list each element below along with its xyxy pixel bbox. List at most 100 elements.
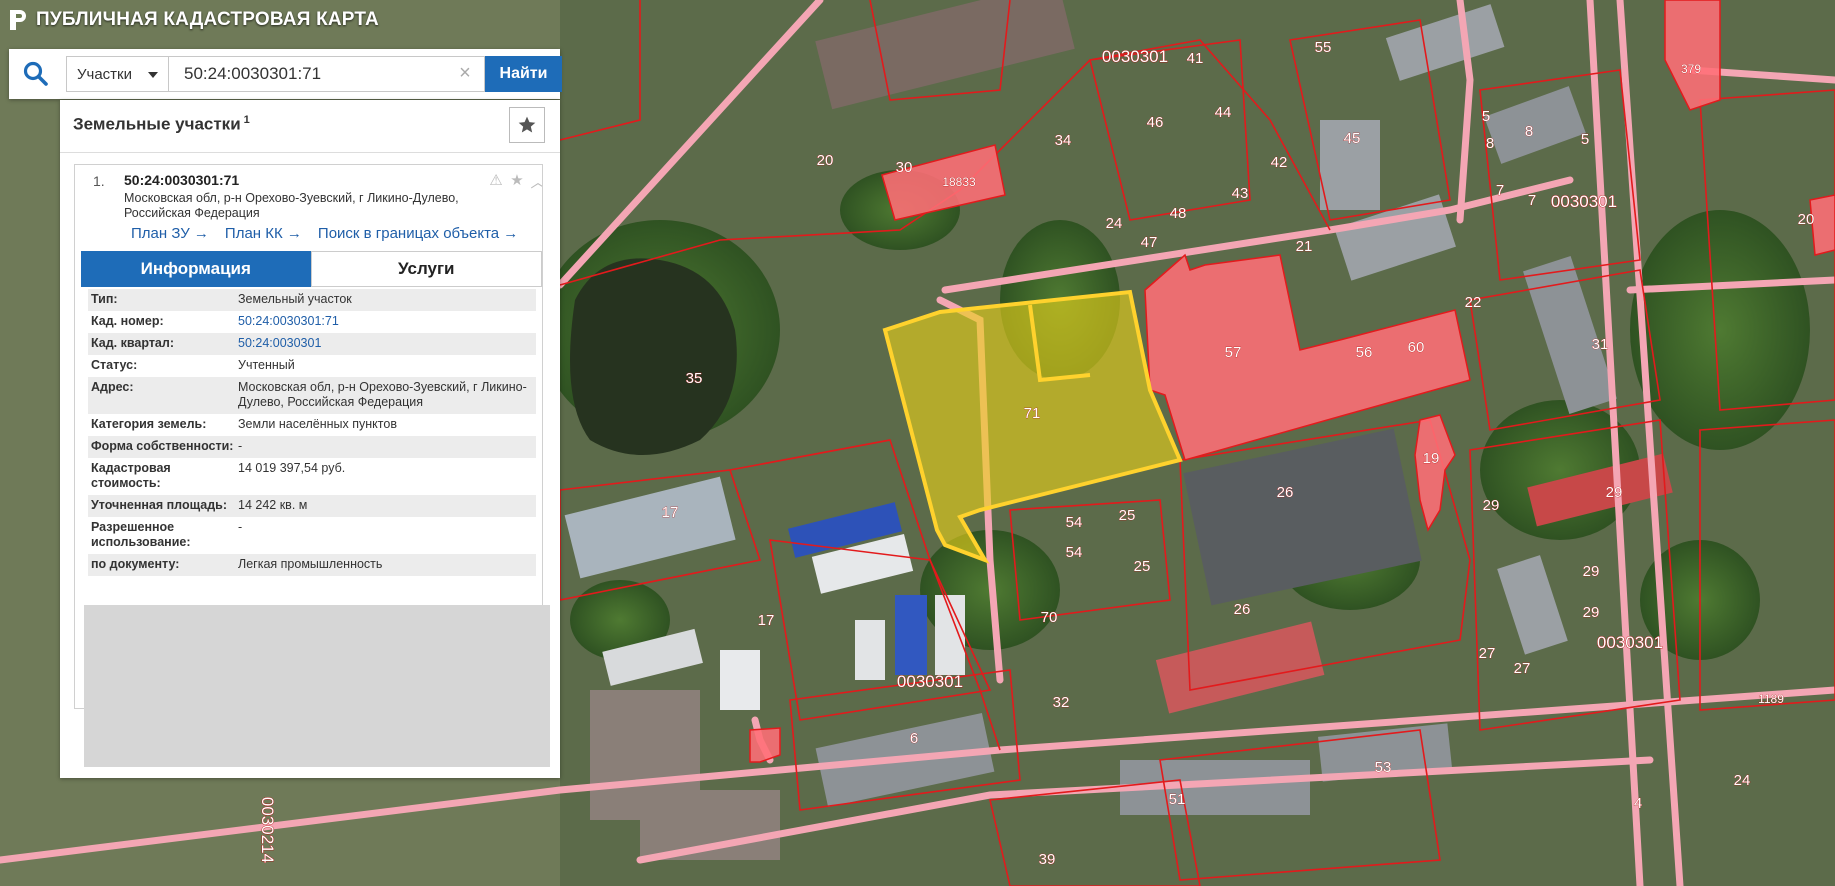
property-key: Кад. квартал: xyxy=(91,336,174,350)
property-row: Тип: Земельный участок xyxy=(88,289,536,311)
property-row: Уточненная площадь: 14 242 кв. м xyxy=(88,495,536,517)
plan-kk-link[interactable]: План КК → xyxy=(225,225,302,242)
clear-search-icon[interactable]: × xyxy=(455,63,475,83)
chevron-up-icon[interactable]: ︿ xyxy=(529,171,542,192)
quarter-label: 0030301 xyxy=(1551,192,1617,211)
property-value: 14 019 397,54 руб. xyxy=(238,461,346,475)
parcel-label: 34 xyxy=(1055,132,1072,149)
parcel-label: 60 xyxy=(1408,339,1425,356)
parcel-label: 26 xyxy=(1234,601,1251,618)
quarter-label: 0030301 xyxy=(1597,633,1663,652)
property-value: Земельный участок xyxy=(238,292,352,306)
property-value: Земли населённых пунктов xyxy=(238,417,397,431)
parcel-label: 70 xyxy=(1041,609,1058,626)
parcel-label: 29 xyxy=(1583,563,1600,580)
parcel-label: 43 xyxy=(1232,185,1249,202)
parcel-label: 41 xyxy=(1187,50,1204,67)
property-key: Тип: xyxy=(91,292,118,306)
rosreestr-logo-icon xyxy=(10,10,26,30)
property-value: Московская обл, р-н Орехово-Зуевский, г … xyxy=(238,380,527,409)
favorites-button[interactable] xyxy=(509,107,545,143)
property-key: Адрес: xyxy=(91,380,134,394)
quarter-label: 0030301 xyxy=(1102,47,1168,66)
property-value: Учтенный xyxy=(238,358,295,372)
property-value: 14 242 кв. м xyxy=(238,498,308,512)
app-title: ПУБЛИЧНАЯ КАДАСТРОВАЯ КАРТА xyxy=(36,9,379,30)
parcel-label: 24 xyxy=(1734,772,1751,789)
property-value: - xyxy=(238,439,243,453)
panel-header: Земельные участки 1 xyxy=(60,100,560,153)
property-row: Кад. номер: 50:24:0030301:71 xyxy=(88,311,536,333)
parcel-label: 47 xyxy=(1141,234,1158,251)
property-key: Категория земель: xyxy=(91,417,207,431)
parcel-label: 379 xyxy=(1681,62,1701,76)
result-actions: ⚠ ★ ︿ xyxy=(487,171,542,192)
find-button[interactable]: Найти xyxy=(485,56,562,92)
parcel-label: 46 xyxy=(1147,114,1164,131)
property-value[interactable]: 50:24:0030301 xyxy=(238,336,536,351)
search-bar: Участки × Найти xyxy=(9,49,562,99)
quarter-label: 0030214 xyxy=(258,797,277,863)
parcel-label: 17 xyxy=(662,504,679,521)
property-value: - xyxy=(238,520,243,534)
parcel-label: 24 xyxy=(1106,215,1123,232)
property-value[interactable]: 50:24:0030301:71 xyxy=(238,314,536,329)
parcel-label: 29 xyxy=(1483,497,1500,514)
parcel-label: 31 xyxy=(1592,336,1609,353)
parcel-label: 51 xyxy=(1169,791,1186,808)
property-row: по документу: Легкая промышленность xyxy=(88,554,536,576)
property-row: Статус: Учтенный xyxy=(88,355,536,377)
plan-zu-link[interactable]: План ЗУ → xyxy=(131,225,209,242)
parcel-label: 53 xyxy=(1375,759,1392,776)
parcel-label: 25 xyxy=(1119,507,1136,524)
parcel-label: 54 xyxy=(1066,544,1083,561)
pond xyxy=(570,258,737,455)
property-row: Кадастровая стоимость: 14 019 397,54 руб. xyxy=(88,458,536,495)
parcel-label: 27 xyxy=(1479,645,1496,662)
search-icon[interactable] xyxy=(21,59,51,89)
parcel-label: 42 xyxy=(1271,154,1288,171)
parcel-label: 6 xyxy=(910,730,918,747)
app-header: ПУБЛИЧНАЯ КАДАСТРОВАЯ КАРТА xyxy=(8,6,379,34)
parcel-label: 5 xyxy=(1482,108,1490,125)
parcel-label: 25 xyxy=(1134,558,1151,575)
search-in-bounds-link[interactable]: Поиск в границах объекта → xyxy=(318,225,518,242)
parcel-label: 39 xyxy=(1039,851,1056,868)
property-key: Форма собственности: xyxy=(91,439,234,453)
parcel-label: 20 xyxy=(817,152,834,169)
properties-table: Тип: Земельный участок Кад. номер: 50:24:00… xyxy=(88,289,536,576)
property-row: Разрешенное использование: - xyxy=(88,517,536,554)
search-input[interactable] xyxy=(169,56,485,92)
parcel-label: 7 xyxy=(1496,182,1504,199)
property-row: Форма собственности: - xyxy=(88,436,536,458)
chevron-down-icon xyxy=(148,72,158,78)
result-count: 1 xyxy=(243,114,250,126)
parcel-label: 48 xyxy=(1170,205,1187,222)
parcel-label: 1189 xyxy=(1758,692,1784,706)
property-row: Категория земель: Земли населённых пункто… xyxy=(88,414,536,436)
parcel-label: 27 xyxy=(1514,660,1531,677)
tab-information[interactable]: Информация xyxy=(81,251,311,287)
tab-services[interactable]: Услуги xyxy=(310,251,542,287)
panel-title: Земельные участки 1 xyxy=(73,114,250,135)
property-key: Разрешенное использование: xyxy=(91,520,191,549)
star-icon[interactable]: ★ xyxy=(508,171,526,192)
warning-icon[interactable]: ⚠ xyxy=(487,171,505,192)
property-key: Уточненная площадь: xyxy=(91,498,228,512)
parcel-label: 18833 xyxy=(942,175,976,189)
panel-title-text: Земельные участки xyxy=(73,114,241,134)
parcel-label: 5 xyxy=(1581,131,1589,148)
parcel-label: 71 xyxy=(1024,405,1041,422)
parcel-label: 7 xyxy=(1528,192,1536,209)
parcel-label: 8 xyxy=(1525,123,1533,140)
search-type-label: Участки xyxy=(77,65,132,83)
parcel-label: 22 xyxy=(1465,294,1482,311)
parcel-label: 19 xyxy=(1423,450,1440,467)
parcel-label: 44 xyxy=(1215,104,1232,121)
parcel-label: 4 xyxy=(1634,795,1642,812)
result-cad-number[interactable]: 50:24:0030301:71 xyxy=(124,172,239,188)
parcel-label: 57 xyxy=(1225,344,1242,361)
star-icon xyxy=(518,116,536,133)
search-type-select[interactable]: Участки xyxy=(66,56,169,92)
result-address: Московская обл, р-н Орехово-Зуевский, г … xyxy=(124,191,459,220)
